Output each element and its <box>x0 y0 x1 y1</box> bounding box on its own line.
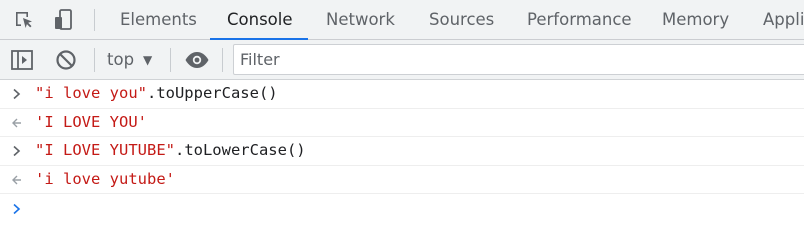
console-entry-input: "i love you".toUpperCase() <box>0 80 804 109</box>
string-literal: "I LOVE YUTUBE" <box>35 141 175 159</box>
console-code: "i love you".toUpperCase() <box>35 84 278 102</box>
caret-down-icon: ▼ <box>143 53 153 67</box>
console-prompt[interactable] <box>0 194 804 224</box>
show-sidebar-icon[interactable] <box>9 40 35 80</box>
devtools-tabbar: Elements Console Network Sources Perform… <box>0 0 804 40</box>
tab-sources[interactable]: Sources <box>429 0 494 40</box>
return-arrow-icon <box>9 109 25 137</box>
tab-network[interactable]: Network <box>326 0 395 40</box>
console-output: "i love you".toUpperCase() 'I LOVE YOU' … <box>0 80 804 224</box>
tab-application[interactable]: Appli <box>763 0 804 40</box>
console-entry-input: "I LOVE YUTUBE".toLowerCase() <box>0 137 804 166</box>
inspect-element-icon[interactable] <box>10 0 38 40</box>
toolbar-divider <box>94 9 95 31</box>
filter-input[interactable] <box>233 44 804 75</box>
toolbar-divider <box>222 48 223 72</box>
result-value: 'i love yutube' <box>35 170 175 188</box>
tab-performance[interactable]: Performance <box>527 0 632 40</box>
result-value: 'I LOVE YOU' <box>35 113 147 131</box>
console-code: "I LOVE YUTUBE".toLowerCase() <box>35 141 306 159</box>
live-expression-eye-icon[interactable] <box>183 40 211 80</box>
prompt-chevron-icon <box>9 194 25 224</box>
context-selector[interactable]: top ▼ <box>107 40 152 80</box>
return-arrow-icon <box>9 166 25 194</box>
console-input-field[interactable] <box>35 199 735 219</box>
toolbar-divider <box>94 48 95 72</box>
device-toolbar-icon[interactable] <box>50 0 78 40</box>
console-toolbar: top ▼ <box>0 40 804 80</box>
tab-memory[interactable]: Memory <box>662 0 729 40</box>
context-label: top <box>107 50 135 69</box>
toolbar-divider <box>170 48 171 72</box>
tab-elements[interactable]: Elements <box>120 0 197 40</box>
method-call: .toUpperCase() <box>146 84 278 102</box>
string-literal: "i love you" <box>35 84 147 102</box>
clear-console-icon[interactable] <box>54 40 78 80</box>
console-entry-result: 'i love yutube' <box>0 166 804 194</box>
method-call: .toLowerCase() <box>174 141 306 159</box>
chevron-right-icon <box>9 80 25 108</box>
console-entry-result: 'I LOVE YOU' <box>0 109 804 137</box>
chevron-right-icon <box>9 137 25 165</box>
tab-console[interactable]: Console <box>227 0 293 40</box>
